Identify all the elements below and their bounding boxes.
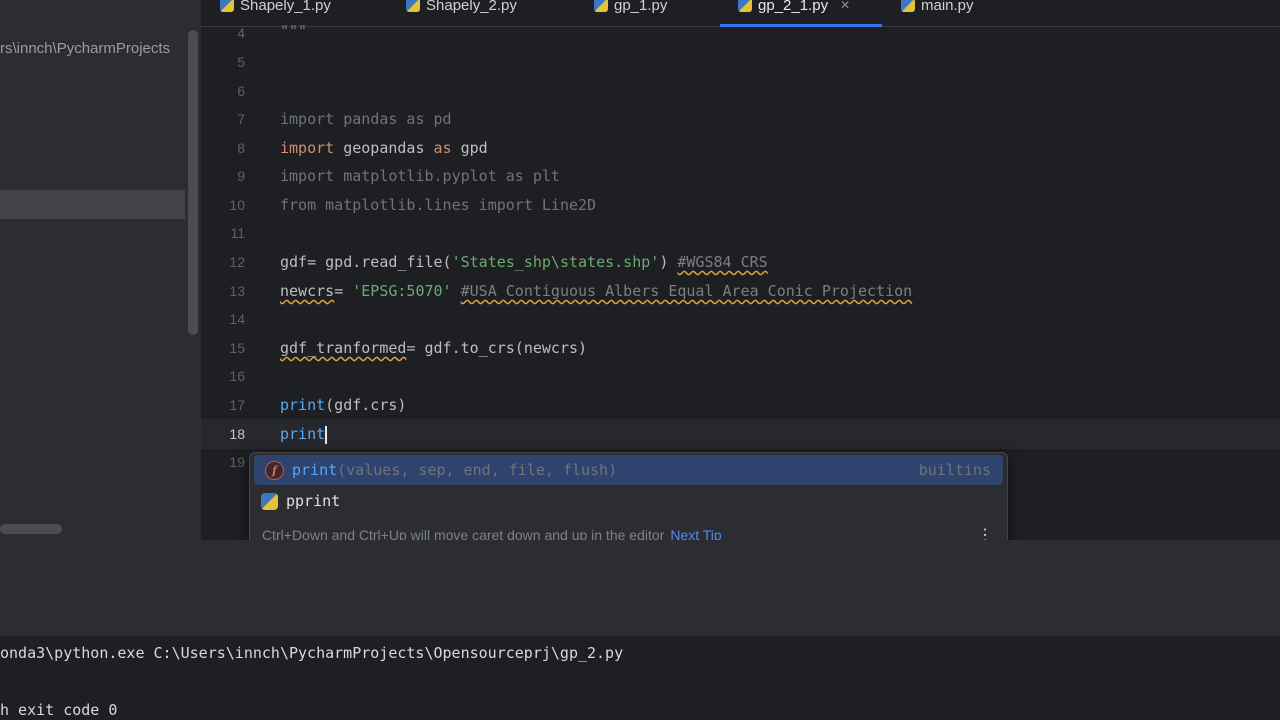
tab-gp-1[interactable]: gp_1.py [594,0,667,17]
keyword: import [280,139,335,157]
current-line-highlight [201,419,1280,449]
console-line: onda3\python.exe C:\Users\innch\PycharmP… [0,644,624,662]
keyword: import [280,110,335,128]
code-text: ) [659,253,678,271]
line-number: 10 [229,197,245,213]
completion-item-pprint[interactable]: pprint [250,486,1007,516]
line-number: 19 [229,454,245,470]
builtin-function: print [280,396,326,414]
project-path[interactable]: rs\innch\PycharmProjects [0,40,201,57]
code-line-17: print(gdf.crs) [280,396,406,414]
tab-shapely-2[interactable]: Shapely_2.py [406,0,517,17]
text-caret [325,425,328,444]
completion-item-print[interactable]: f print (values, sep, end, file, flush) … [254,455,1003,485]
python-module-icon [261,492,278,510]
tab-gp-2-1[interactable]: gp_2_1.py ✕ [738,0,850,17]
variable: gdf_tranformed [280,339,407,357]
code-line-18: print [280,425,328,444]
tab-main[interactable]: main.py [901,0,974,17]
code-completion-popup: f print (values, sep, end, file, flush) … [249,452,1008,553]
completion-name: print [292,461,338,479]
tab-label: gp_2_1.py [758,0,829,14]
line-number: 4 [237,25,245,41]
tool-window-header [0,540,1280,636]
line-number-current: 18 [229,426,245,442]
line-number: 9 [237,168,245,184]
completion-source: builtins [918,461,991,479]
tab-label: gp_1.py [614,0,668,14]
string-literal: 'States_shp\states.shp' [451,253,660,271]
editor-tab-bar: Shapely_1.py Shapely_2.py gp_1.py gp_2_1… [201,0,1280,27]
close-icon[interactable]: ✕ [840,0,850,12]
python-file-icon [901,0,915,12]
console-line: h exit code 0 [0,701,118,719]
variable: newcrs [280,282,335,300]
completion-name: pprint [286,492,341,510]
string-literal: 'EPSG:5070' [352,282,452,300]
project-horizontal-scrollbar[interactable] [0,524,62,534]
keyword: as [433,139,452,157]
code-text: import matplotlib.pyplot as plt [280,167,560,185]
code-line-4: """ [280,22,307,40]
line-number: 5 [237,54,245,70]
docstring-end: """ [280,22,308,40]
code-line-13: newcrs= 'EPSG:5070' #USA Contiguous Albe… [280,282,912,300]
code-text: = gdf.to_crs(newcrs) [406,339,588,357]
line-number: 8 [237,140,245,156]
code-text: geopandas [334,139,434,157]
python-file-icon [594,0,608,12]
tab-label: Shapely_1.py [240,0,331,14]
python-file-icon [220,0,234,12]
code-line-10: from matplotlib.lines import Line2D [280,196,596,214]
tab-label: main.py [921,0,974,14]
code-line-8: import geopandas as gpd [280,139,488,157]
selected-tree-item[interactable] [0,190,185,219]
comment: #WGS84 CRS [677,253,768,271]
code-text: = [334,282,353,300]
completion-signature: (values, sep, end, file, flush) [337,461,618,479]
line-number: 12 [229,254,245,270]
line-number: 6 [237,83,245,99]
code-line-9: import matplotlib.pyplot as plt [280,167,560,185]
code-line-7: import pandas as pd [280,110,452,128]
python-file-icon [406,0,420,12]
comment: #USA Contiguous Albers Equal Area Conic … [460,282,913,300]
builtin-function: print [280,425,326,443]
line-number: 7 [237,111,245,127]
function-icon: f [265,460,284,480]
python-file-icon [738,0,752,12]
project-vertical-scrollbar[interactable] [188,30,198,335]
tab-label: Shapely_2.py [426,0,517,14]
code-text: pandas as pd [334,110,452,128]
code-text: gdf= gpd.read_file( [280,253,452,271]
code-text: from matplotlib.lines import Line2D [280,196,597,214]
line-number: 11 [230,225,245,241]
line-number: 13 [229,283,245,299]
line-number: 17 [229,397,245,413]
code-line-15: gdf_tranformed= gdf.to_crs(newcrs) [280,339,587,357]
project-panel: rs\innch\PycharmProjects [0,0,201,540]
line-number: 14 [229,311,245,327]
line-number: 15 [229,340,245,356]
code-text: (gdf.crs) [325,396,407,414]
run-console[interactable]: onda3\python.exe C:\Users\innch\PycharmP… [0,636,1280,720]
line-number: 16 [229,368,245,384]
code-line-12: gdf= gpd.read_file('States_shp\states.sh… [280,253,768,271]
code-text: gpd [451,139,488,157]
tab-shapely-1[interactable]: Shapely_1.py [220,0,331,17]
